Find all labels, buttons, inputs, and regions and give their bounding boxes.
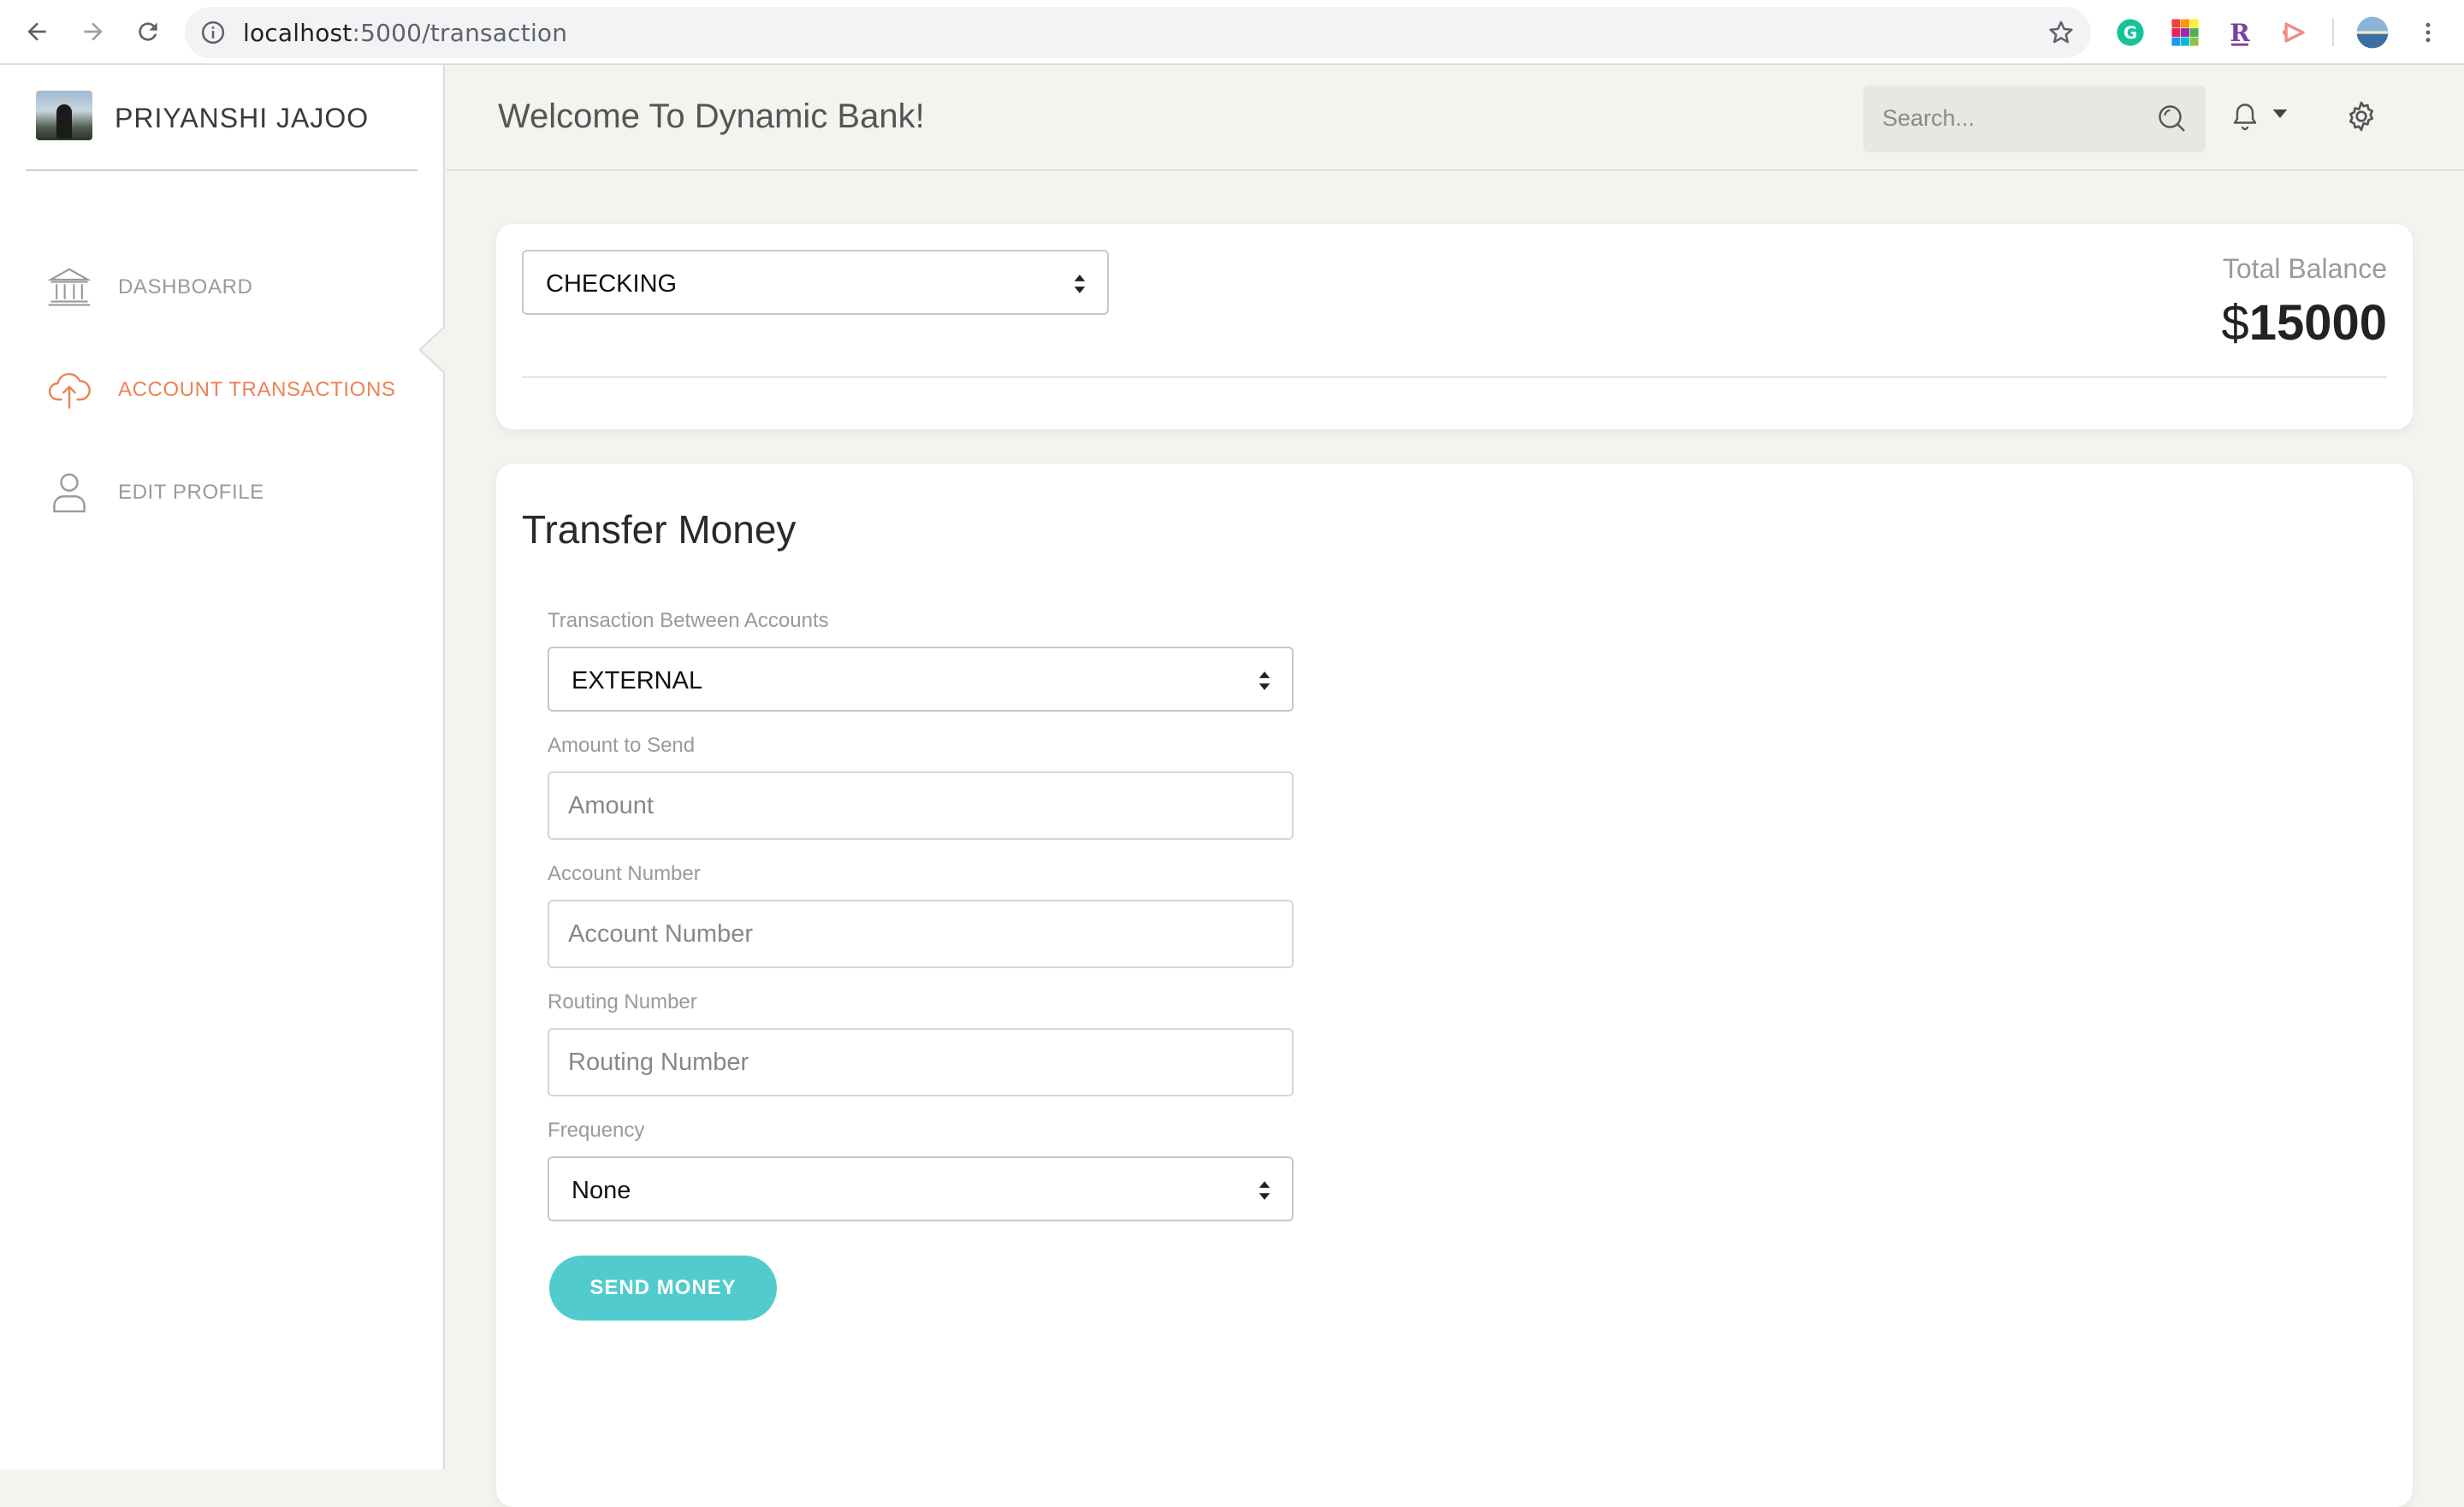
bookmark-star-icon[interactable]	[2046, 18, 2076, 47]
search-input[interactable]	[1882, 101, 2139, 135]
account-type-value: CHECKING	[546, 270, 678, 298]
frequency-label: Frequency	[548, 1119, 645, 1142]
profile-avatar-icon[interactable]	[2354, 15, 2390, 50]
routing-number-input[interactable]	[548, 1028, 1294, 1096]
frequency-value: None	[572, 1177, 631, 1204]
svg-text:R: R	[2230, 18, 2250, 47]
transaction-type-select[interactable]: EXTERNAL	[548, 647, 1294, 712]
account-type-select[interactable]: CHECKING	[522, 250, 1109, 315]
currency-symbol: $	[2221, 295, 2249, 351]
caret-down-icon	[2272, 109, 2288, 118]
amount-input[interactable]	[548, 771, 1294, 840]
sidebar-brand[interactable]: PRIYANSHI JAJOO	[26, 65, 418, 171]
sidebar: PRIYANSHI JAJOO DASHBOARD ACCOUNT TRANSA…	[0, 65, 445, 1469]
select-arrows-icon	[1074, 275, 1086, 293]
balance-amount: 15000	[2248, 295, 2387, 351]
transfer-money-card: Transfer Money Transaction Between Accou…	[496, 464, 2413, 1507]
sidebar-item-label: EDIT PROFILE	[118, 481, 264, 504]
transaction-type-value: EXTERNAL	[572, 667, 703, 694]
gear-icon[interactable]	[2344, 99, 2378, 133]
sidebar-item-edit-profile[interactable]: EDIT PROFILE	[0, 453, 445, 530]
sidebar-item-account-transactions[interactable]: ACCOUNT TRANSACTIONS	[0, 351, 445, 428]
bell-icon	[2233, 103, 2257, 131]
arrow-left-icon	[27, 22, 46, 41]
info-icon[interactable]	[200, 20, 226, 45]
search-icon[interactable]	[2156, 103, 2187, 133]
toolbar-separator	[2332, 19, 2334, 46]
color-grid-extension-icon[interactable]	[2170, 17, 2200, 48]
bank-icon	[47, 268, 92, 306]
select-arrows-icon	[1259, 671, 1270, 690]
url-host: localhost	[243, 19, 352, 47]
user-icon	[53, 473, 86, 513]
user-name: PRIYANSHI JAJOO	[115, 103, 370, 133]
page-title: Welcome To Dynamic Bank!	[498, 98, 925, 135]
reload-icon	[139, 22, 157, 41]
frequency-select[interactable]: None	[548, 1156, 1294, 1221]
url-text: localhost:5000/transaction	[243, 19, 567, 47]
forward-button[interactable]	[72, 10, 115, 53]
routing-number-label: Routing Number	[548, 990, 697, 1014]
total-balance-label: Total Balance	[2222, 253, 2387, 284]
url-path: :5000/transaction	[352, 19, 568, 47]
amount-label: Amount to Send	[548, 734, 696, 757]
select-arrows-icon	[1259, 1181, 1270, 1200]
cloud-upload-icon	[48, 373, 91, 409]
sidebar-item-dashboard[interactable]: DASHBOARD	[0, 248, 445, 325]
total-balance-value: $15000	[2221, 294, 2387, 352]
account-summary-card: CHECKING Total Balance $15000	[496, 224, 2413, 429]
account-number-label: Account Number	[548, 862, 701, 885]
active-item-pointer-fill	[421, 328, 445, 372]
notifications-dropdown[interactable]	[2230, 98, 2289, 137]
svg-text:G: G	[2123, 23, 2137, 43]
r-extension-icon[interactable]: R	[2224, 17, 2255, 48]
user-avatar	[36, 91, 92, 140]
sidebar-item-label: DASHBOARD	[118, 275, 253, 298]
send-money-button[interactable]: SEND MONEY	[549, 1256, 777, 1321]
transfer-heading: Transfer Money	[522, 507, 797, 552]
reload-button[interactable]	[127, 10, 169, 53]
address-bar[interactable]: localhost:5000/transaction	[185, 7, 2091, 58]
arrow-right-icon	[84, 22, 103, 41]
browser-menu-icon[interactable]	[2413, 17, 2443, 48]
account-number-input[interactable]	[548, 900, 1294, 968]
top-navbar: Welcome To Dynamic Bank!	[447, 65, 2464, 171]
search-box	[1863, 86, 2206, 152]
back-button[interactable]	[15, 10, 58, 53]
grammarly-extension-icon[interactable]: G	[2115, 17, 2146, 48]
play-extension-icon[interactable]	[2279, 17, 2310, 48]
card-divider	[522, 376, 2387, 378]
sidebar-item-label: ACCOUNT TRANSACTIONS	[118, 378, 396, 401]
transaction-type-label: Transaction Between Accounts	[548, 609, 829, 632]
browser-toolbar: localhost:5000/transaction G R	[0, 0, 2464, 65]
